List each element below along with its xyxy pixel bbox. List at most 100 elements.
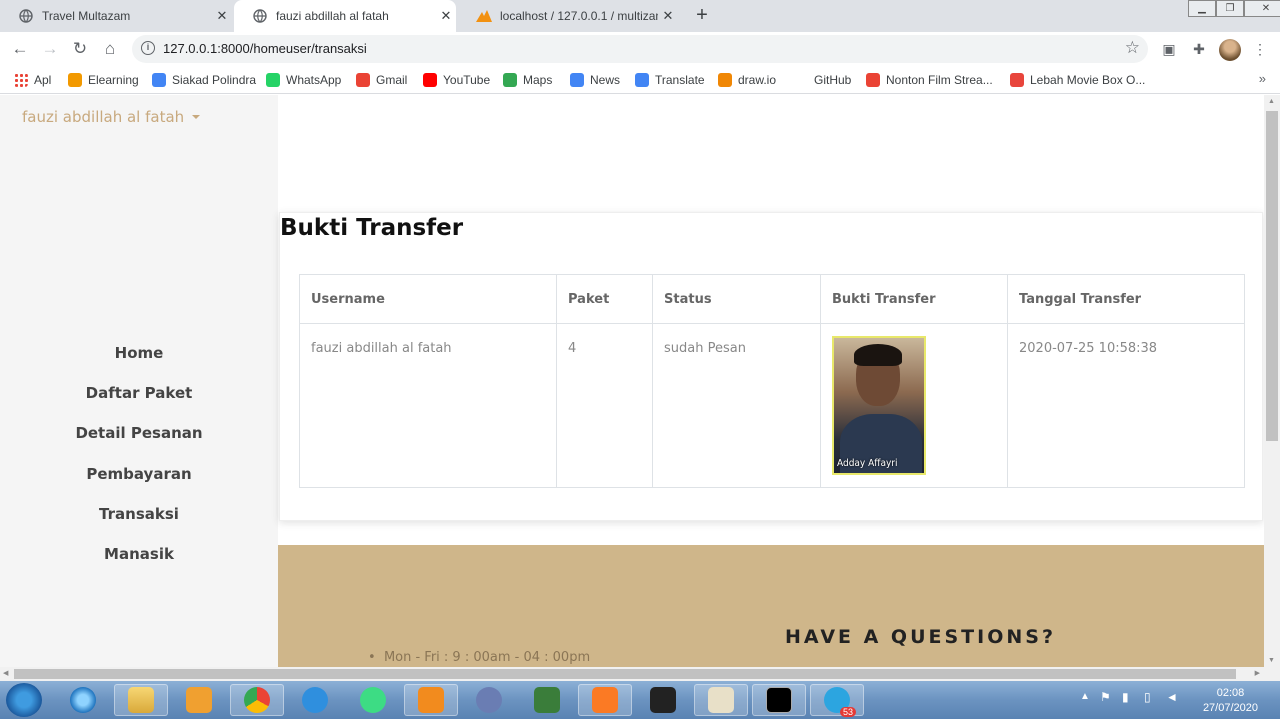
- menu-home[interactable]: Home: [0, 344, 278, 362]
- bookmark-item[interactable]: Siakad Polindra: [152, 71, 256, 89]
- bookmark-item[interactable]: Lebah Movie Box O...: [1010, 71, 1145, 89]
- scroll-thumb[interactable]: [1266, 111, 1278, 441]
- office-hours-text: Mon - Fri : 9 : 00am - 04 : 00pm: [383, 650, 591, 665]
- back-arrow-icon[interactable]: ←: [8, 37, 32, 61]
- cell-paket: 4: [556, 323, 653, 488]
- maximize-button[interactable]: ❐: [1216, 0, 1244, 17]
- vertical-scrollbar[interactable]: ▲ ▼: [1264, 95, 1280, 667]
- bookmark-icon: [266, 73, 280, 87]
- sublime-icon[interactable]: [404, 684, 458, 716]
- cell-status: sudah Pesan: [652, 323, 821, 488]
- bookmark-item[interactable]: Gmail: [356, 71, 407, 89]
- extension-icon[interactable]: ▣: [1159, 39, 1179, 59]
- clock[interactable]: 02:08 27/07/2020: [1203, 686, 1258, 716]
- menu-pembayaran[interactable]: Pembayaran: [0, 465, 278, 483]
- bookmark-star-icon[interactable]: ☆: [1125, 38, 1140, 58]
- counter-strike-icon[interactable]: [636, 684, 690, 716]
- minimize-button[interactable]: ▁: [1188, 0, 1216, 17]
- info-icon[interactable]: i: [141, 41, 155, 55]
- cell-bukti: Adday Affayri: [820, 323, 1008, 488]
- windows-start-icon[interactable]: [6, 683, 42, 717]
- bookmark-item[interactable]: Elearning: [68, 71, 139, 89]
- menu-detail-pesanan[interactable]: Detail Pesanan: [0, 424, 278, 442]
- bookmark-item[interactable]: Apl: [14, 71, 51, 89]
- scroll-right-icon[interactable]: ▶: [1255, 669, 1260, 677]
- transfer-proof-image[interactable]: Adday Affayri: [832, 336, 926, 475]
- scroll-up-icon[interactable]: ▲: [1268, 98, 1275, 105]
- explorer-icon[interactable]: [114, 684, 168, 716]
- paint-icon[interactable]: [694, 684, 748, 716]
- telegram-icon[interactable]: 53: [810, 684, 864, 717]
- more-bookmarks-icon[interactable]: »: [1259, 71, 1266, 86]
- tab-travel-multazam[interactable]: Travel Multazam ✕: [0, 0, 232, 32]
- scroll-left-icon[interactable]: ◀: [3, 669, 8, 677]
- bookmark-item[interactable]: WhatsApp: [266, 71, 341, 89]
- bookmark-label: Lebah Movie Box O...: [1030, 73, 1146, 87]
- image-caption: Adday Affayri: [837, 458, 898, 469]
- network-icon[interactable]: ▮: [1122, 690, 1129, 704]
- close-tab-icon[interactable]: ✕: [212, 8, 232, 24]
- cmd-icon[interactable]: [752, 684, 806, 716]
- table-row: fauzi abdillah al fatah 4 sudah Pesan Ad…: [299, 323, 1245, 488]
- bookmarks-bar: » Apl Elearning Siakad Polindra WhatsApp Gma…: [0, 66, 1280, 94]
- transfer-table: Username Paket Status Bukti Transfer Tan…: [299, 274, 1245, 488]
- menu-dots-icon[interactable]: ⋮: [1250, 39, 1270, 59]
- media-player-icon[interactable]: [172, 684, 226, 716]
- android-studio-icon[interactable]: [346, 684, 400, 716]
- address-bar[interactable]: i 127.0.0.1:8000/homeuser/transaksi ☆: [132, 35, 1148, 63]
- menu-daftar-paket[interactable]: Daftar Paket: [0, 384, 278, 402]
- bookmark-label: Gmail: [376, 73, 408, 87]
- app-icon[interactable]: [462, 684, 516, 716]
- bookmark-icon: [423, 73, 437, 87]
- bookmark-label: YouTube: [443, 73, 491, 87]
- home-icon[interactable]: ⌂: [98, 37, 122, 61]
- window-controls: ▁ ❐ ✕: [1188, 0, 1280, 18]
- user-dropdown[interactable]: fauzi abdillah al fatah: [22, 108, 201, 126]
- col-status: Status: [652, 274, 821, 324]
- scroll-down-icon[interactable]: ▼: [1268, 657, 1275, 664]
- bookmark-item[interactable]: Translate: [635, 71, 705, 89]
- system-tray: ▲ ⚑ ▮ ▯ ◄ 02:08 27/07/2020: [1080, 681, 1280, 719]
- forward-arrow-icon[interactable]: →: [38, 37, 62, 61]
- menu-transaksi[interactable]: Transaksi: [0, 505, 278, 523]
- profile-avatar[interactable]: [1219, 39, 1241, 61]
- bookmark-item[interactable]: GitHub: [814, 71, 851, 89]
- reload-icon[interactable]: ↻: [68, 37, 92, 61]
- tab-fauzi[interactable]: fauzi abdillah al fatah ✕: [234, 0, 456, 32]
- bookmark-item[interactable]: News: [570, 71, 620, 89]
- bookmark-item[interactable]: YouTube: [423, 71, 490, 89]
- bookmark-item[interactable]: Nonton Film Strea...: [866, 71, 993, 89]
- new-tab-button[interactable]: +: [690, 3, 714, 27]
- chrome-icon[interactable]: [230, 684, 284, 716]
- bookmark-item[interactable]: Maps: [503, 71, 552, 89]
- photo-hair: [854, 344, 902, 366]
- url-text: 127.0.0.1:8000/homeuser/transaksi: [163, 41, 367, 56]
- user-name: fauzi abdillah al fatah: [22, 108, 185, 126]
- bookmark-label: Translate: [655, 73, 705, 87]
- battery-icon[interactable]: ▯: [1144, 690, 1151, 704]
- xampp-icon[interactable]: [578, 684, 632, 716]
- browser-toolbar: ← → ↻ ⌂ i 127.0.0.1:8000/homeuser/transa…: [0, 32, 1280, 66]
- flag-icon[interactable]: ⚑: [1100, 690, 1111, 704]
- cell-tanggal: 2020-07-25 10:58:38: [1007, 323, 1245, 488]
- scroll-thumb[interactable]: [14, 669, 1236, 679]
- globe-icon: [252, 8, 268, 24]
- sync-icon[interactable]: [288, 684, 342, 716]
- puzzle-icon[interactable]: ✚: [1189, 39, 1209, 59]
- ie-icon[interactable]: [56, 684, 110, 716]
- tray-up-icon[interactable]: ▲: [1080, 691, 1090, 702]
- bookmark-item[interactable]: draw.io: [718, 71, 776, 89]
- app-icon[interactable]: [520, 684, 574, 716]
- horizontal-scrollbar[interactable]: ◀ ▶: [0, 667, 1280, 681]
- close-tab-icon[interactable]: ✕: [658, 8, 678, 24]
- transfer-card: Bukti Transfer Username Paket Status Buk…: [279, 212, 1263, 521]
- menu-manasik[interactable]: Manasik: [0, 545, 278, 563]
- volume-icon[interactable]: ◄: [1166, 690, 1178, 704]
- close-tab-icon[interactable]: ✕: [436, 8, 456, 24]
- web-page: fauzi abdillah al fatah Home Daftar Pake…: [0, 95, 1264, 667]
- bookmark-label: Elearning: [88, 73, 139, 87]
- tab-phpmyadmin[interactable]: localhost / 127.0.0.1 / multizam ✕: [458, 0, 678, 32]
- close-window-button[interactable]: ✕: [1244, 0, 1280, 17]
- bookmark-label: Siakad Polindra: [172, 73, 257, 87]
- bookmark-label: Nonton Film Strea...: [886, 73, 993, 87]
